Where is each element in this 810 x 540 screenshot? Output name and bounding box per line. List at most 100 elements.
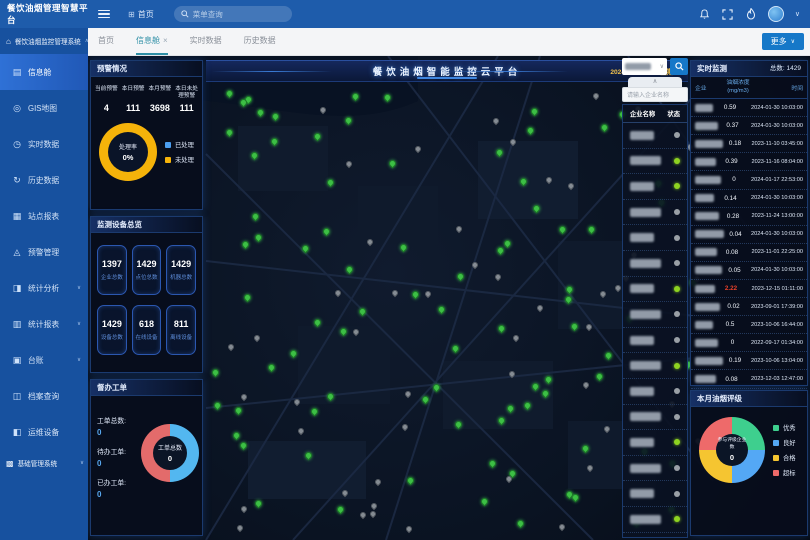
chevron-down-icon[interactable]: ∨: [795, 10, 800, 18]
company-input-placeholder: 请输入企业名称: [627, 90, 669, 99]
sidebar-item-6[interactable]: ◨统计分析∨: [0, 270, 88, 306]
table-row[interactable]: 0.52023-10-06 16:44:00: [691, 316, 807, 334]
device-stat-0[interactable]: 1397企业总数: [97, 245, 127, 295]
list-item[interactable]: [623, 149, 687, 175]
sidebar-item-label: 统计报表: [28, 319, 59, 330]
blurred-company-name: [695, 285, 715, 293]
bell-icon[interactable]: [699, 8, 711, 20]
list-item[interactable]: [623, 507, 687, 533]
flame-icon[interactable]: [745, 8, 757, 20]
tab-label: 首页: [98, 35, 114, 46]
tab-2[interactable]: 实时数据: [190, 28, 222, 55]
list-item[interactable]: [623, 200, 687, 226]
blurred-company-name: [695, 230, 724, 238]
donut-center-label: 参与评级企业数: [716, 438, 748, 450]
map-title: 餐饮油烟智能监控云平台: [373, 64, 522, 78]
warning-stat-label: 当前预警: [94, 86, 119, 101]
table-row[interactable]: 0.022023-09-01 17:39:00: [691, 298, 807, 316]
blurred-selection: [625, 63, 651, 70]
list-item[interactable]: [623, 430, 687, 456]
map-search-button[interactable]: [670, 58, 688, 75]
sidebar-item-0[interactable]: ▤信息舱: [0, 54, 88, 90]
device-stat-2[interactable]: 1429机器总数: [166, 245, 196, 295]
chevron-down-icon: ∨: [77, 357, 81, 363]
table-row[interactable]: 0.592024-01-30 10:03:00: [691, 99, 807, 117]
sidebar-item-1[interactable]: ◎GIS地图: [0, 90, 88, 126]
order-stat-value: 0: [97, 459, 141, 468]
sidebar-item-9[interactable]: ◫档案查询: [0, 378, 88, 414]
blurred-company-name: [630, 489, 654, 498]
table-row[interactable]: 0.042024-01-30 10:03:00: [691, 226, 807, 244]
sidebar-section-base[interactable]: ▩ 基础管理系统 ∨: [0, 450, 88, 476]
device-stat-3[interactable]: 1429设备总数: [97, 305, 127, 355]
sidebar-item-3[interactable]: ↻历史数据: [0, 162, 88, 198]
list-item[interactable]: [623, 123, 687, 149]
sidebar-item-8[interactable]: ▣台账∨: [0, 342, 88, 378]
blurred-company-name: [695, 321, 713, 329]
avatar[interactable]: [768, 6, 784, 22]
status-dot: [674, 414, 680, 420]
table-row[interactable]: 0.282023-11-24 13:00:00: [691, 208, 807, 226]
search-input[interactable]: 菜单查询: [174, 6, 292, 22]
device-stat-5[interactable]: 811离线设备: [166, 305, 196, 355]
sidebar-item-10[interactable]: ◧运维设备: [0, 414, 88, 450]
list-item[interactable]: [623, 302, 687, 328]
home-breadcrumb[interactable]: ⊞ 首页: [128, 9, 154, 20]
list-item[interactable]: [623, 405, 687, 431]
table-row[interactable]: 0.192023-10-06 13:04:00: [691, 352, 807, 370]
collapse-tab[interactable]: ∧: [628, 77, 682, 87]
list-item[interactable]: [623, 225, 687, 251]
sidebar-section-monitoring[interactable]: ⌂ 餐饮油烟监控管理系统 ∧: [0, 28, 88, 54]
tab-label: 实时数据: [190, 35, 222, 46]
table-row[interactable]: 0.372024-01-30 10:03:00: [691, 117, 807, 135]
concentration-value: 2.22: [715, 285, 747, 292]
list-item[interactable]: [623, 174, 687, 200]
list-item[interactable]: [623, 353, 687, 379]
timestamp: 2023-11-16 08:04:00: [747, 159, 803, 165]
table-row[interactable]: 0.142024-01-30 10:03:00: [691, 190, 807, 208]
tab-3[interactable]: 历史数据: [244, 28, 276, 55]
table-row[interactable]: 02024-01-17 22:53:00: [691, 171, 807, 189]
warning-stat-0: 当前预警4: [94, 86, 119, 113]
blurred-company-name: [630, 284, 654, 293]
company-select[interactable]: ∨: [622, 58, 667, 75]
device-stat-label: 离线设备: [170, 333, 192, 341]
list-item[interactable]: [623, 379, 687, 405]
table-row[interactable]: 0.082023-11-01 22:25:00: [691, 244, 807, 262]
tab-1[interactable]: 信息舱×: [136, 28, 168, 55]
more-button[interactable]: 更多 ∨: [762, 33, 804, 50]
list-item[interactable]: [623, 456, 687, 482]
sidebar-item-4[interactable]: ▦站点报表: [0, 198, 88, 234]
close-tab-icon[interactable]: ×: [163, 36, 168, 45]
blurred-company-name: [695, 158, 716, 166]
legend-item-1: 良好: [773, 438, 796, 447]
sidebar-item-2[interactable]: ◷实时数据: [0, 126, 88, 162]
list-item[interactable]: [623, 481, 687, 507]
hamburger-menu-icon[interactable]: [98, 8, 110, 21]
table-row[interactable]: 0.052024-01-30 10:03:00: [691, 262, 807, 280]
list-item[interactable]: [623, 277, 687, 303]
timestamp: 2024-01-30 10:03:00: [747, 195, 803, 201]
table-row[interactable]: 0.392023-11-16 08:04:00: [691, 153, 807, 171]
list-item[interactable]: [623, 251, 687, 277]
donut-center-label: 工单总数: [158, 443, 182, 452]
device-stat-1[interactable]: 1429点位总数: [132, 245, 162, 295]
device-stat-label: 机器总数: [170, 273, 192, 281]
device-stat-4[interactable]: 618在线设备: [132, 305, 162, 355]
realtime-rows: 0.592024-01-30 10:03:000.372024-01-30 10…: [691, 99, 807, 389]
fullscreen-icon[interactable]: [722, 8, 734, 20]
modules-icon: ▩: [6, 459, 14, 468]
list-item[interactable]: [623, 328, 687, 354]
table-row[interactable]: 2.222023-12-15 01:11:00: [691, 280, 807, 298]
sidebar-item-icon: ◫: [12, 391, 22, 402]
company-search-input[interactable]: 请输入企业名称: [622, 87, 688, 102]
sidebar-item-7[interactable]: ▥统计报表∨: [0, 306, 88, 342]
table-row[interactable]: 02022-09-17 01:34:00: [691, 334, 807, 352]
sidebar-item-5[interactable]: ◬预警管理: [0, 234, 88, 270]
tab-0[interactable]: 首页: [98, 28, 114, 55]
tab-label: 历史数据: [244, 35, 276, 46]
table-row[interactable]: 0.182023-11-10 03:45:00: [691, 135, 807, 153]
timestamp: 2024-01-30 10:03:00: [747, 105, 803, 111]
status-dot: [674, 388, 680, 394]
table-row[interactable]: 0.082023-12-03 12:47:00: [691, 370, 807, 388]
